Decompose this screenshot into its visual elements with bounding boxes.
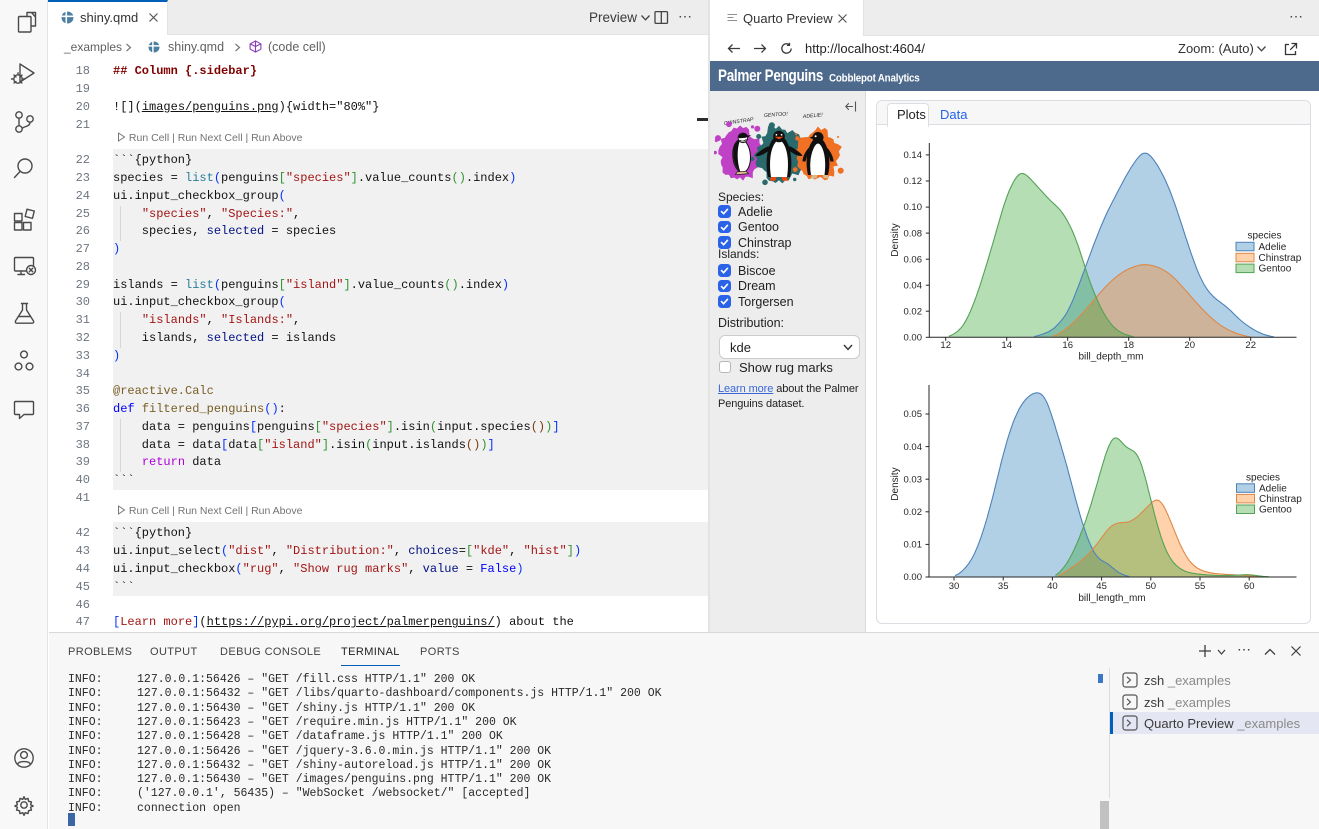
svg-text:Gentoo: Gentoo <box>1259 264 1292 275</box>
svg-text:0.14: 0.14 <box>904 150 923 161</box>
svg-text:16: 16 <box>1062 340 1073 351</box>
svg-text:Density: Density <box>890 223 901 256</box>
svg-text:35: 35 <box>998 581 1009 592</box>
svg-text:species: species <box>1248 231 1282 242</box>
svg-text:50: 50 <box>1146 581 1157 592</box>
svg-text:0.08: 0.08 <box>904 228 923 239</box>
svg-text:20: 20 <box>1184 340 1195 351</box>
svg-text:Chinstrap: Chinstrap <box>1259 253 1302 264</box>
svg-text:14: 14 <box>1001 340 1012 351</box>
svg-text:45: 45 <box>1096 581 1107 592</box>
svg-text:bill_depth_mm: bill_depth_mm <box>1078 352 1143 363</box>
svg-text:12: 12 <box>940 340 951 351</box>
svg-text:0.03: 0.03 <box>904 474 923 485</box>
svg-text:0.00: 0.00 <box>904 333 923 344</box>
svg-text:60: 60 <box>1244 581 1255 592</box>
svg-text:species: species <box>1246 473 1280 484</box>
svg-text:30: 30 <box>949 581 960 592</box>
svg-text:0.10: 0.10 <box>904 202 923 213</box>
svg-text:0.06: 0.06 <box>904 254 923 265</box>
svg-text:0.02: 0.02 <box>904 306 923 317</box>
svg-text:0.02: 0.02 <box>904 507 923 518</box>
svg-text:0.12: 0.12 <box>904 176 923 187</box>
svg-text:Gentoo: Gentoo <box>1259 505 1292 516</box>
svg-text:bill_length_mm: bill_length_mm <box>1078 593 1145 604</box>
svg-text:0.00: 0.00 <box>904 572 923 583</box>
svg-text:0.04: 0.04 <box>904 442 923 453</box>
svg-text:0.04: 0.04 <box>904 280 923 291</box>
svg-text:Density: Density <box>890 467 901 500</box>
svg-text:0.01: 0.01 <box>904 540 923 551</box>
svg-text:Chinstrap: Chinstrap <box>1259 494 1302 505</box>
svg-text:18: 18 <box>1123 340 1134 351</box>
svg-text:22: 22 <box>1245 340 1256 351</box>
svg-text:55: 55 <box>1195 581 1206 592</box>
svg-text:0.05: 0.05 <box>904 409 923 420</box>
svg-text:40: 40 <box>1047 581 1058 592</box>
svg-text:Adelie: Adelie <box>1259 242 1287 253</box>
svg-text:Adelie: Adelie <box>1259 483 1287 494</box>
